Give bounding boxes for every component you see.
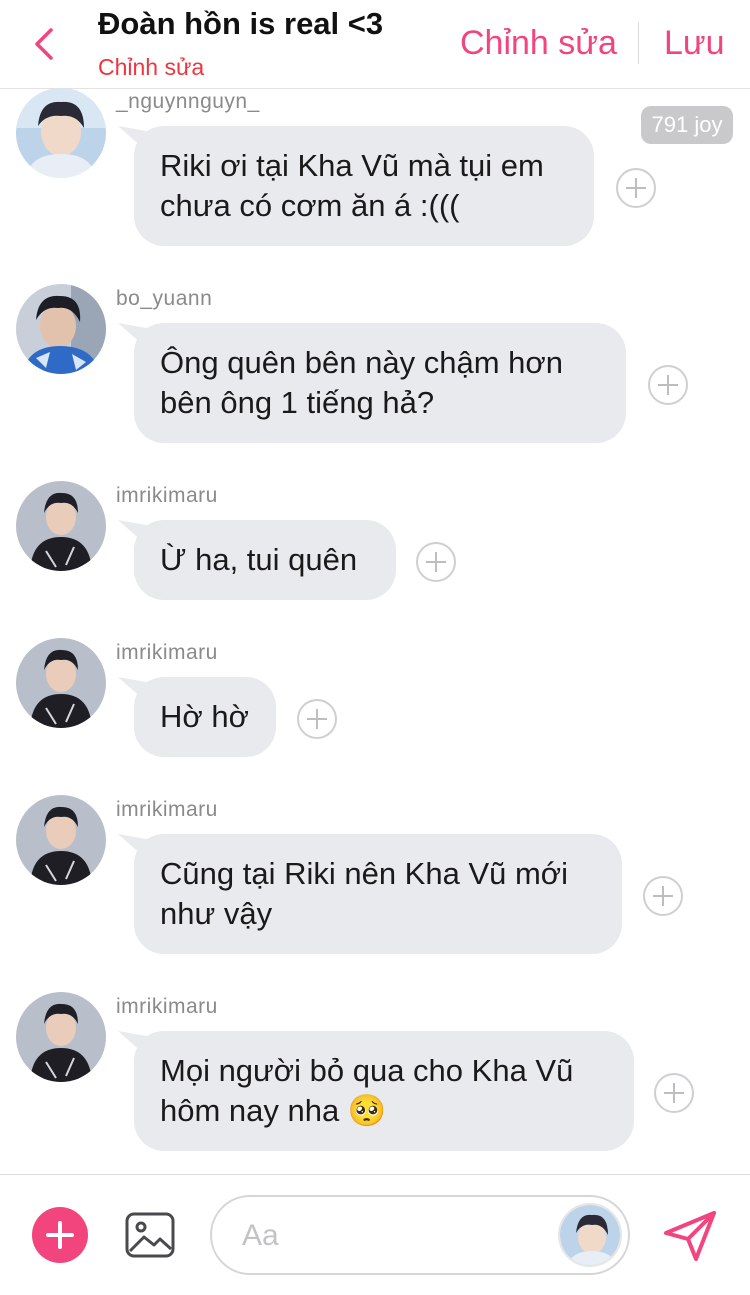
message-text-line: Ông quên bên này chậm hơn	[160, 345, 563, 380]
chat-subtitle[interactable]: Chỉnh sửa	[98, 54, 204, 81]
chat-header: Đoàn hồn is real <3 Chỉnh sửa Chỉnh sửa …	[0, 0, 750, 89]
message-input[interactable]	[240, 1211, 544, 1261]
image-button[interactable]	[124, 1209, 176, 1261]
avatar[interactable]	[16, 992, 106, 1082]
message-bubble[interactable]: Ừ ha, tui quên	[134, 520, 396, 600]
message-text-line: Riki ơi tại Kha Vũ mà tụi em	[160, 148, 544, 183]
message-text-line: Ừ ha, tui quên	[160, 542, 358, 577]
message-bubble[interactable]: Cũng tại Riki nên Kha Vũ mới như vậy	[134, 834, 622, 954]
edit-button[interactable]: Chỉnh sửa	[460, 24, 617, 63]
chat-title: Đoàn hồn is real <3	[98, 6, 384, 41]
header-divider	[638, 22, 639, 64]
image-icon	[125, 1212, 175, 1258]
message-bubble[interactable]: Riki ơi tại Kha Vũ mà tụi em chưa có cơm…	[134, 126, 594, 246]
username[interactable]: imrikimaru	[116, 995, 218, 1019]
avatar[interactable]	[16, 795, 106, 885]
chevron-left-icon	[35, 28, 53, 60]
add-reaction-icon[interactable]	[416, 542, 456, 582]
message-bubble[interactable]: Mọi người bỏ qua cho Kha Vũ hôm nay nha …	[134, 1031, 634, 1151]
add-reaction-icon[interactable]	[654, 1073, 694, 1113]
add-reaction-icon[interactable]	[297, 699, 337, 739]
composer-bar	[0, 1174, 750, 1295]
add-button[interactable]	[32, 1207, 88, 1263]
add-reaction-icon[interactable]	[648, 365, 688, 405]
message-bubble[interactable]: Hờ hờ	[134, 677, 276, 757]
message-text-line: Cũng tại Riki nên Kha Vũ mới	[160, 856, 569, 891]
save-button[interactable]: Lưu	[664, 24, 725, 63]
message-text-line: bên ông 1 tiếng hả?	[160, 385, 435, 420]
username[interactable]: imrikimaru	[116, 641, 218, 665]
avatar[interactable]	[16, 638, 106, 728]
avatar[interactable]	[16, 284, 106, 374]
avatar[interactable]	[558, 1203, 622, 1267]
add-reaction-icon[interactable]	[616, 168, 656, 208]
avatar[interactable]	[16, 481, 106, 571]
message-input-wrapper	[210, 1195, 630, 1275]
username[interactable]: imrikimaru	[116, 484, 218, 508]
username[interactable]: _nguynnguyn_	[116, 90, 260, 114]
message-text-line: chưa có cơm ăn á :(((	[160, 188, 460, 223]
send-button[interactable]	[660, 1205, 720, 1265]
message-bubble[interactable]: Ông quên bên này chậm hơn bên ông 1 tiến…	[134, 323, 626, 443]
message-text-line: như vậy	[160, 896, 273, 931]
message-text-line: hôm nay nha 🥺	[160, 1093, 387, 1128]
avatar[interactable]	[16, 88, 106, 178]
username[interactable]: imrikimaru	[116, 798, 218, 822]
message-text-line: Mọi người bỏ qua cho Kha Vũ	[160, 1053, 574, 1088]
send-icon	[664, 1211, 716, 1261]
message-text-line: Hờ hờ	[160, 699, 249, 734]
add-reaction-icon[interactable]	[643, 876, 683, 916]
back-button[interactable]	[26, 22, 62, 66]
username[interactable]: bo_yuann	[116, 287, 212, 311]
joy-badge: 791 joy	[641, 106, 733, 144]
